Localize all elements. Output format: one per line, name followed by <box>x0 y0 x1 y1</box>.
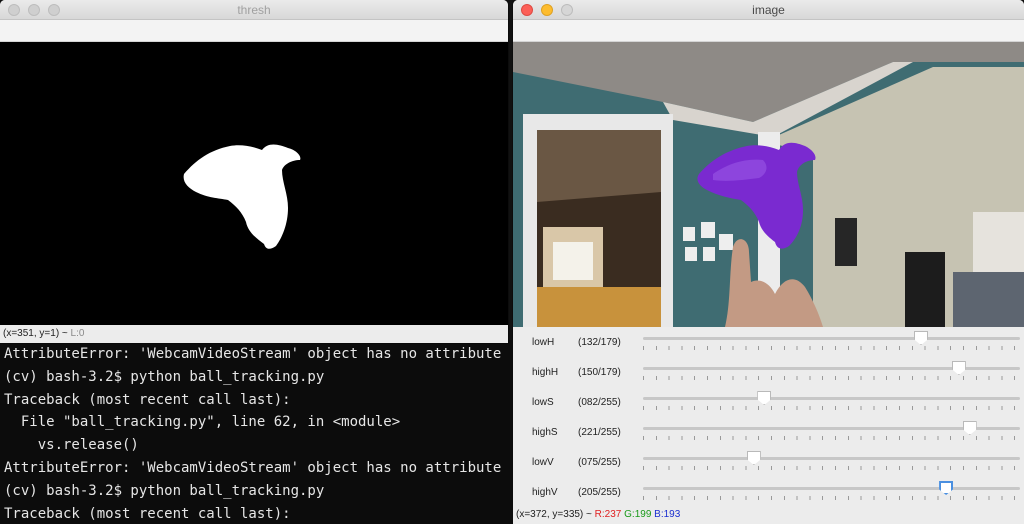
image-window: image lowH (132/179) highH (150/179) low… <box>513 0 1024 524</box>
status-g: G:199 <box>624 509 652 520</box>
trackbar-value: (075/255) <box>578 457 621 468</box>
trackbar-value: (205/255) <box>578 487 621 498</box>
trackbar-value: (132/179) <box>578 337 621 348</box>
slider-ticks <box>643 466 1020 470</box>
trackbar-highv: highV (205/255) <box>513 477 1024 507</box>
trackbar-label: highV <box>532 487 558 498</box>
terminal-line: AttributeError: 'WebcamVideoStream' obje… <box>4 346 502 362</box>
slider-thumb[interactable] <box>951 361 966 375</box>
terminal-line: Traceback (most recent call last): <box>4 505 291 522</box>
trackbar-label: lowV <box>532 457 554 468</box>
slider-track[interactable] <box>643 487 1020 490</box>
terminal[interactable]: AttributeError: 'WebcamVideoStream' obje… <box>0 340 512 524</box>
thresh-mask-view[interactable] <box>0 42 508 325</box>
status-b: B:193 <box>654 509 681 520</box>
slider-track[interactable] <box>643 337 1020 340</box>
trackbar-label: lowS <box>532 397 554 408</box>
thresh-statusbar: (x=351, y=1) ~ L:0 <box>0 325 508 343</box>
trackbar-label: highS <box>532 427 558 438</box>
window-title: image <box>752 3 785 17</box>
thresh-titlebar[interactable]: thresh <box>0 0 508 20</box>
slider-track[interactable] <box>643 397 1020 400</box>
slider-thumb[interactable] <box>914 331 928 345</box>
image-statusbar: (x=372, y=335) ~ R:237 G:199 B:193 <box>513 506 1024 524</box>
status-coords: (x=351, y=1) ~ <box>3 328 68 339</box>
trackbar-value: (150/179) <box>578 367 621 378</box>
status-r: R:237 <box>594 509 622 520</box>
slider-ticks <box>643 436 1020 440</box>
slider-ticks <box>643 406 1020 410</box>
trackbar-highs: highS (221/255) <box>513 417 1024 447</box>
webcam-image <box>513 42 1024 327</box>
mask-blob <box>183 144 301 249</box>
window-title: thresh <box>237 3 271 17</box>
status-coords: (x=372, y=335) ~ <box>516 509 592 520</box>
trackbar-value: (082/255) <box>578 397 621 408</box>
slider-ticks <box>643 496 1020 500</box>
image-titlebar[interactable]: image <box>513 0 1024 20</box>
trackbar-highh: highH (150/179) <box>513 357 1024 387</box>
slider-thumb[interactable] <box>962 421 977 435</box>
terminal-line: AttributeError: 'WebcamVideoStream' obje… <box>4 459 502 476</box>
slider-ticks <box>643 346 1020 350</box>
trackbar-value: (221/255) <box>578 427 621 438</box>
terminal-line: (cv) bash-3.2$ python ball_tracking.py <box>4 482 325 499</box>
status-level: L:0 <box>70 328 85 339</box>
trackbar-label: highH <box>532 367 559 378</box>
thresh-toolbar <box>0 20 508 42</box>
webcam-frame[interactable] <box>513 42 1024 327</box>
trackbar-lowh: lowH (132/179) <box>513 327 1024 357</box>
image-toolbar <box>513 20 1024 42</box>
terminal-line: Traceback (most recent call last): <box>4 391 291 408</box>
slider-thumb[interactable] <box>746 451 761 465</box>
thresh-window: thresh (x=351, y=1) ~ L:0 <box>0 0 508 343</box>
trackbar-panel: lowH (132/179) highH (150/179) lowS (082/255)… <box>513 327 1024 507</box>
trackbar-label: lowH <box>532 337 555 348</box>
slider-thumb[interactable] <box>939 481 954 495</box>
slider-track[interactable] <box>643 457 1020 460</box>
trackbar-lowv: lowV (075/255) <box>513 447 1024 477</box>
terminal-line: File "ball_tracking.py", line 62, in <mo… <box>4 414 401 431</box>
terminal-line: vs.release() <box>4 437 139 454</box>
trackbar-lows: lowS (082/255) <box>513 387 1024 417</box>
slider-ticks <box>643 376 1020 380</box>
slider-thumb[interactable] <box>757 391 772 405</box>
terminal-line: (cv) bash-3.2$ python ball_tracking.py <box>4 368 325 385</box>
